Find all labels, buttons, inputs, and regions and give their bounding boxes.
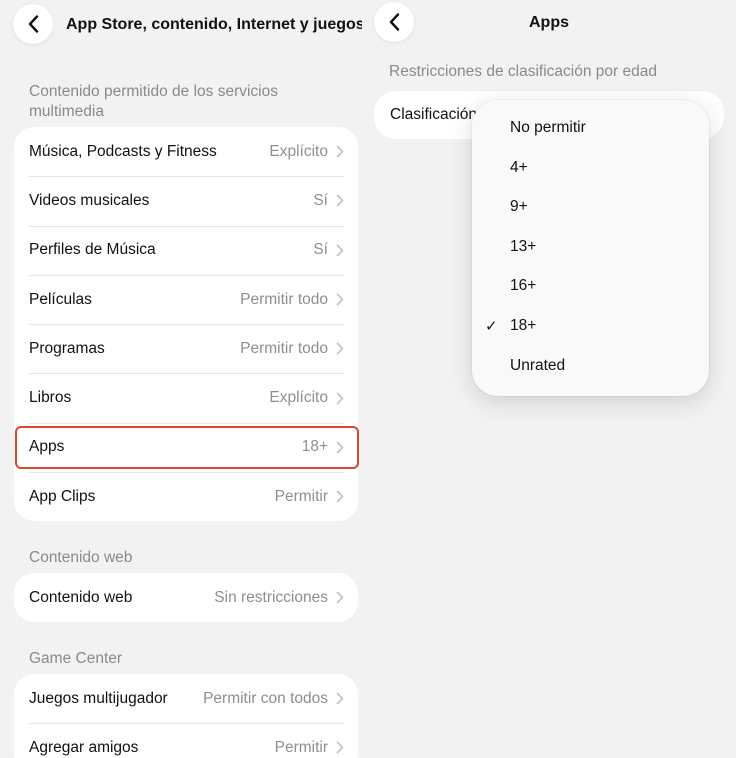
menu-option-label: 16+	[510, 277, 537, 294]
chevron-right-icon	[336, 195, 344, 207]
row-app-clips[interactable]: App Clips Permitir	[14, 472, 358, 521]
row-label: Música, Podcasts y Fitness	[29, 142, 217, 160]
row-label: Películas	[29, 290, 92, 308]
menu-option-9-plus[interactable]: 9+	[472, 189, 709, 225]
checkmark-icon: ✓	[485, 318, 498, 335]
row-value: 18+	[301, 438, 328, 456]
row-value: Sí	[313, 191, 328, 209]
page-title: App Store, contenido, Internet y juegos	[66, 16, 362, 33]
section-header-web: Contenido web	[29, 549, 133, 566]
rating-dropdown-menu: No permitir 4+ 9+ 13+ 16+ ✓ 18+ Unrated	[472, 100, 709, 396]
row-label: Libros	[29, 389, 72, 407]
chevron-right-icon	[336, 392, 344, 405]
menu-option-unrated[interactable]: Unrated	[472, 348, 709, 384]
left-panel: App Store, contenido, Internet y juegos …	[0, 0, 362, 758]
menu-option-no-permitir[interactable]: No permitir	[472, 110, 709, 146]
rating-label: Clasificación	[390, 106, 478, 123]
row-books[interactable]: Libros Explícito	[14, 373, 358, 422]
section-header-media: Contenido permitido de los servicios mul…	[29, 83, 278, 120]
menu-option-4-plus[interactable]: 4+	[472, 150, 709, 186]
chevron-right-icon	[336, 591, 344, 604]
chevron-right-icon	[336, 441, 344, 454]
menu-option-13-plus[interactable]: 13+	[472, 229, 709, 265]
menu-option-16-plus[interactable]: 16+	[472, 268, 709, 304]
row-value: Permitir todo	[240, 339, 328, 357]
menu-option-label: Unrated	[510, 357, 566, 374]
chevron-left-icon	[28, 15, 38, 33]
row-value: Permitir	[274, 487, 328, 505]
chevron-right-icon	[336, 490, 344, 503]
group-media: Música, Podcasts y Fitness Explícito Vid…	[14, 127, 358, 522]
row-value: Explícito	[269, 389, 328, 407]
row-label: Programas	[29, 339, 105, 357]
menu-option-label: 13+	[510, 238, 537, 255]
section-header-game-center: Game Center	[29, 650, 123, 667]
row-label: Videos musicales	[29, 191, 150, 209]
row-label: Apps	[29, 438, 65, 456]
row-add-friends[interactable]: Agregar amigos Permitir	[14, 723, 358, 758]
row-label: Contenido web	[29, 588, 133, 606]
chevron-right-icon	[336, 742, 344, 754]
row-music-podcasts-fitness[interactable]: Música, Podcasts y Fitness Explícito	[14, 127, 358, 176]
row-music-profiles[interactable]: Perfiles de Música Sí	[14, 225, 358, 275]
menu-option-label: 9+	[510, 198, 528, 215]
chevron-right-icon	[336, 293, 344, 306]
row-movies[interactable]: Películas Permitir todo	[14, 274, 358, 324]
row-value: Permitir con todos	[203, 689, 328, 707]
group-game-center: Juegos multijugador Permitir con todos A…	[14, 674, 358, 758]
back-button[interactable]	[13, 4, 53, 44]
row-value: Permitir todo	[240, 290, 328, 308]
row-value: Sin restricciones	[214, 588, 328, 606]
row-value: Sí	[313, 241, 328, 259]
section-header-age-ratings: Restricciones de clasificación por edad	[389, 63, 657, 80]
menu-option-label: 18+	[510, 317, 537, 334]
menu-option-label: 4+	[510, 159, 528, 176]
chevron-right-icon	[336, 145, 344, 158]
row-label: Juegos multijugador	[29, 689, 168, 707]
row-value: Explícito	[269, 142, 328, 160]
chevron-right-icon	[336, 692, 344, 705]
row-music-videos[interactable]: Videos musicales Sí	[14, 176, 358, 225]
page-title: Apps	[529, 14, 569, 31]
row-value: Permitir	[274, 738, 328, 756]
row-label: App Clips	[29, 487, 96, 505]
row-label: Agregar amigos	[29, 738, 139, 756]
row-tv-shows[interactable]: Programas Permitir todo	[14, 324, 358, 373]
chevron-right-icon	[336, 342, 344, 355]
row-multiplayer-games[interactable]: Juegos multijugador Permitir con todos	[14, 674, 358, 723]
chevron-right-icon	[336, 244, 344, 257]
row-web-content[interactable]: Contenido web Sin restricciones	[14, 573, 358, 622]
right-panel: Apps Restricciones de clasificación por …	[362, 0, 736, 758]
row-apps[interactable]: Apps 18+	[14, 422, 358, 472]
menu-option-label: No permitir	[510, 119, 586, 136]
row-label: Perfiles de Música	[29, 241, 156, 259]
group-web: Contenido web Sin restricciones	[14, 573, 358, 623]
menu-option-18-plus[interactable]: ✓ 18+	[472, 308, 709, 344]
